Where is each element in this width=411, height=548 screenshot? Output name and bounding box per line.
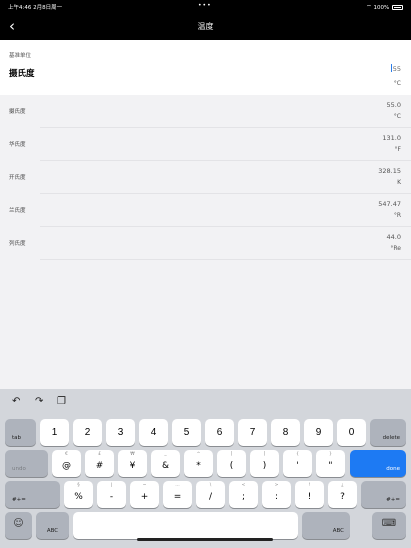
globe-icon: ☺: [13, 518, 24, 529]
unit-value: 55.0: [386, 101, 401, 109]
tab-key[interactable]: tab: [5, 419, 36, 446]
home-indicator: [137, 538, 273, 541]
redo-icon[interactable]: ↷: [35, 396, 43, 407]
hide-keyboard-key[interactable]: ⌨: [372, 512, 406, 539]
unit-symbol: °C: [393, 113, 401, 120]
page-title: 温度: [197, 22, 214, 31]
key-6[interactable]: 6: [205, 419, 234, 446]
status-time-date: 上午4:46 2月8日周一: [8, 5, 63, 11]
space-key[interactable]: [73, 512, 298, 539]
nav-bar: ‹ 温度: [0, 13, 411, 40]
symbol-key[interactable]: >:: [262, 481, 291, 508]
symbol-key[interactable]: € @: [52, 450, 81, 477]
symbol-key[interactable]: ₩ ¥: [118, 450, 147, 477]
key-2[interactable]: 2: [73, 419, 102, 446]
unit-name: 开氏度: [9, 175, 26, 181]
symbol-key[interactable]: ]): [250, 450, 279, 477]
symbol-key[interactable]: } ": [316, 450, 345, 477]
shift-symbols-key-right[interactable]: #+=: [361, 481, 406, 508]
key-9[interactable]: 9: [304, 419, 333, 446]
symbol-key[interactable]: ¿?: [328, 481, 357, 508]
key-5[interactable]: 5: [172, 419, 201, 446]
unit-value: 131.0: [382, 134, 401, 142]
status-bar: 上午4:46 2月8日周一 ••• ⌔ 100%: [0, 0, 411, 13]
list-item[interactable]: 列氏度 44.0 °Re: [0, 227, 411, 260]
keyboard-icon: ⌨: [381, 518, 397, 529]
wifi-icon: ⌔: [366, 4, 372, 11]
symbol-key[interactable]: £ #: [85, 450, 114, 477]
symbol-key[interactable]: !!: [295, 481, 324, 508]
delete-key[interactable]: delete: [370, 419, 406, 446]
row-divider: [40, 259, 411, 260]
abc-key-left[interactable]: ABC: [36, 512, 69, 539]
base-value-input[interactable]: 55: [390, 64, 401, 73]
symbol-key[interactable]: §%: [64, 481, 93, 508]
symbol-key[interactable]: [(: [217, 450, 246, 477]
key-7[interactable]: 7: [238, 419, 267, 446]
abc-key-right[interactable]: ABC: [302, 512, 350, 539]
key-8[interactable]: 8: [271, 419, 300, 446]
symbol-key[interactable]: … =: [163, 481, 192, 508]
unit-name: 兰氏度: [9, 208, 26, 214]
key-3[interactable]: 3: [106, 419, 135, 446]
symbol-key[interactable]: | -: [97, 481, 126, 508]
battery-percent: 100%: [373, 5, 390, 11]
app-window: 上午4:46 2月8日周一 ••• ⌔ 100% ‹ 温度 基准单位 摄氏度 5…: [0, 0, 411, 548]
base-value-text: 55: [392, 65, 401, 73]
text-caret: [390, 64, 392, 72]
list-item[interactable]: 兰氏度 547.47 °R: [0, 194, 411, 227]
globe-key[interactable]: ☺: [5, 512, 32, 539]
key-1[interactable]: 1: [40, 419, 69, 446]
status-right: ⌔ 100%: [366, 3, 403, 11]
unit-symbol: °R: [393, 212, 401, 219]
shift-symbols-key-left[interactable]: #+=: [5, 481, 60, 508]
key-0[interactable]: 0: [337, 419, 366, 446]
base-unit-name[interactable]: 摄氏度: [9, 67, 35, 79]
unit-name: 摄氏度: [9, 109, 26, 115]
list-item[interactable]: 开氏度 328.15 K: [0, 161, 411, 194]
unit-value: 547.47: [378, 200, 401, 208]
symbol-key[interactable]: _ &: [151, 450, 180, 477]
base-unit-label: 基准单位: [9, 53, 32, 59]
done-key[interactable]: done: [350, 450, 406, 477]
base-unit-symbol: °C: [393, 80, 401, 87]
symbol-key[interactable]: ~ +: [130, 481, 159, 508]
unit-value: 44.0: [386, 233, 401, 241]
unit-symbol: °Re: [390, 245, 401, 252]
keyboard-shortcut-bar: ↶ ↷ ❐: [0, 389, 411, 416]
unit-symbol: °F: [394, 146, 401, 153]
symbol-key[interactable]: ^ *: [184, 450, 213, 477]
undo-key[interactable]: undo: [5, 450, 48, 477]
base-unit-section: 基准单位 摄氏度 55 °C: [0, 40, 411, 95]
conversion-list: 摄氏度 55.0 °C 华氏度 131.0 °F 开氏度 328.15 K 兰氏…: [0, 95, 411, 265]
keyboard: ↶ ↷ ❐ tab 1 2 3 4 5 6 7 8 9 0 delete und…: [0, 389, 411, 548]
symbol-key[interactable]: <;: [229, 481, 258, 508]
paste-icon[interactable]: ❐: [57, 396, 66, 407]
symbol-key[interactable]: \ /: [196, 481, 225, 508]
key-4[interactable]: 4: [139, 419, 168, 446]
list-item[interactable]: 华氏度 131.0 °F: [0, 128, 411, 161]
status-dots: •••: [198, 2, 212, 9]
unit-symbol: K: [397, 179, 401, 186]
symbol-key[interactable]: {': [283, 450, 312, 477]
unit-value: 328.15: [378, 167, 401, 175]
battery-icon: [392, 5, 403, 10]
unit-name: 华氏度: [9, 142, 26, 148]
undo-icon[interactable]: ↶: [12, 396, 20, 407]
list-item[interactable]: 摄氏度 55.0 °C: [0, 95, 411, 128]
unit-name: 列氏度: [9, 241, 26, 247]
empty-area: [0, 265, 411, 389]
